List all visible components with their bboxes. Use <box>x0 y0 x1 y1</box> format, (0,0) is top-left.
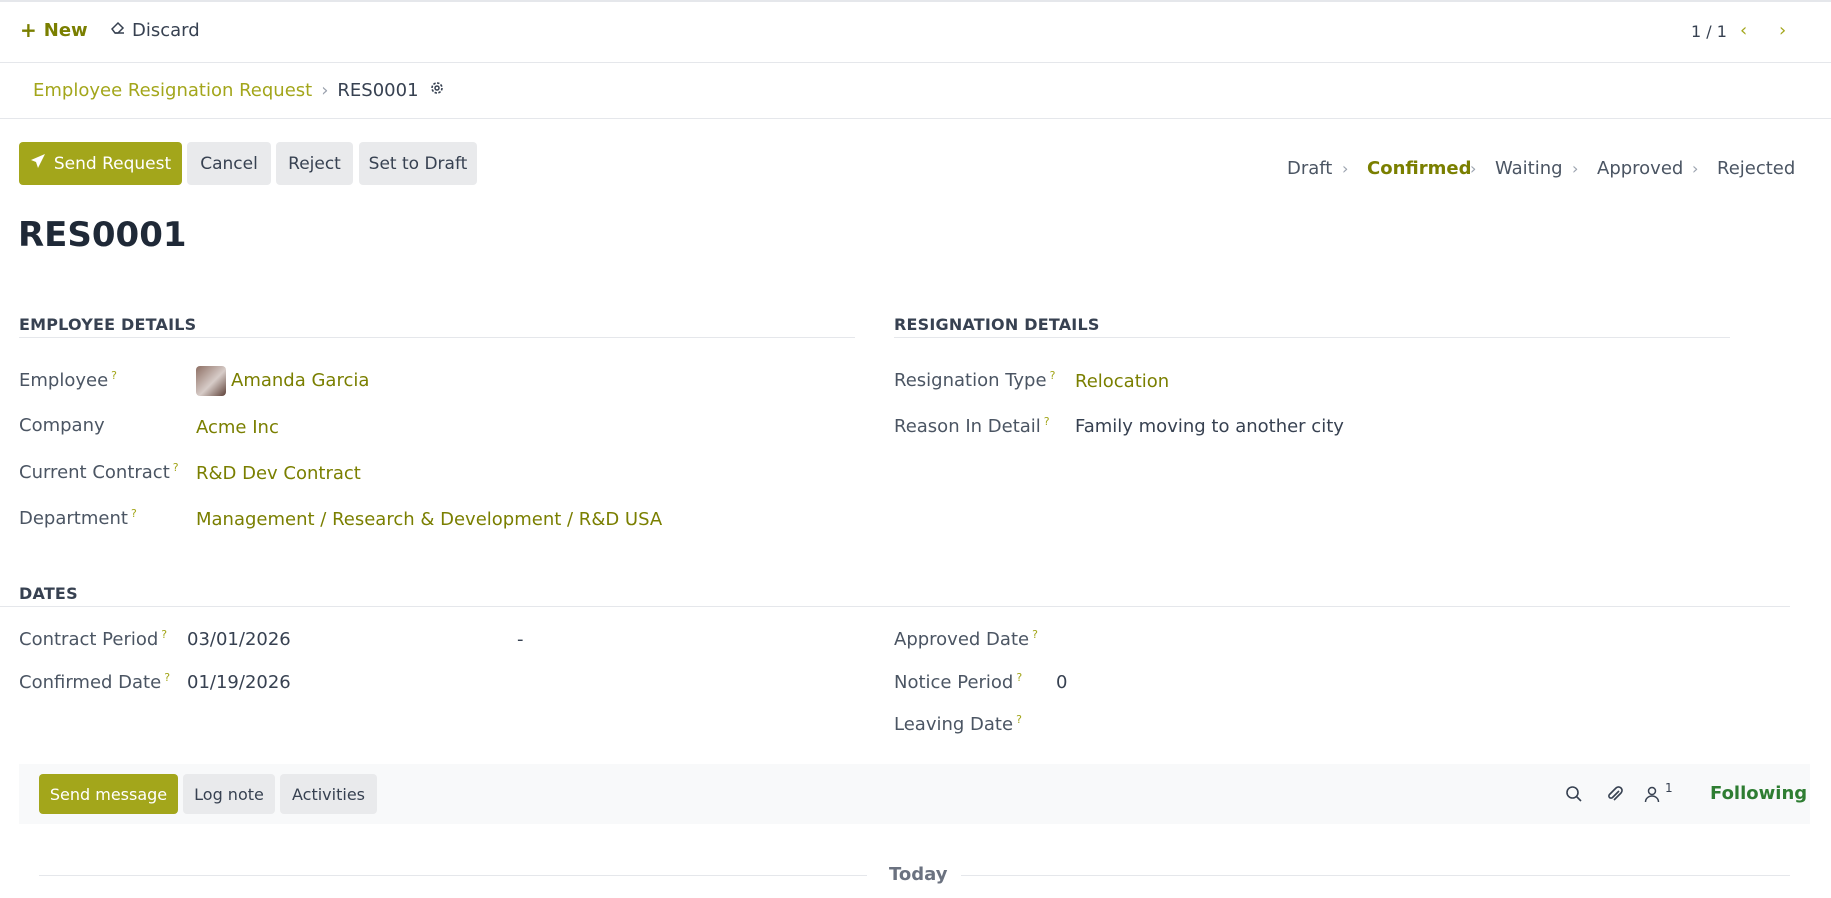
send-request-label: Send Request <box>53 153 172 174</box>
department-value[interactable]: Management / Research & Development / R&… <box>196 509 662 530</box>
reason-value[interactable]: Family moving to another city <box>1075 416 1344 437</box>
resignation-details-heading: RESIGNATION DETAILS <box>894 315 1100 334</box>
employee-details-divider <box>19 337 855 338</box>
today-divider-left <box>39 875 867 876</box>
send-message-button[interactable]: Send message <box>39 774 178 814</box>
employee-details-heading: EMPLOYEE DETAILS <box>19 315 197 334</box>
confirmed-date-label: Confirmed Date? <box>19 671 171 693</box>
company-value[interactable]: Acme Inc <box>196 417 279 438</box>
resignation-type-value[interactable]: Relocation <box>1075 371 1169 392</box>
breadcrumb-current: RES0001 <box>337 79 419 101</box>
discard-label: Discard <box>132 19 200 41</box>
today-label: Today <box>889 864 948 885</box>
stage-waiting[interactable]: Waiting <box>1495 158 1563 179</box>
current-contract-value[interactable]: R&D Dev Contract <box>196 463 361 484</box>
stage-chevron-icon: › <box>1692 159 1699 178</box>
contract-period-start[interactable]: 03/01/2026 <box>187 629 291 650</box>
followers-count: 1 <box>1665 781 1673 795</box>
new-label: New <box>43 19 88 41</box>
stage-draft[interactable]: Draft <box>1287 158 1332 179</box>
top-border <box>0 0 1831 2</box>
set-to-draft-button[interactable]: Set to Draft <box>359 142 477 185</box>
approved-date-label: Approved Date? <box>894 628 1038 650</box>
current-contract-label: Current Contract? <box>19 461 179 483</box>
pager-next-icon[interactable]: › <box>1779 20 1786 41</box>
breadcrumb: Employee Resignation Request › RES0001 <box>33 78 445 102</box>
employee-avatar <box>196 366 226 396</box>
pager-prev-icon[interactable]: ‹ <box>1740 20 1747 41</box>
log-note-button[interactable]: Log note <box>183 774 275 814</box>
following-button[interactable]: Following <box>1710 783 1807 804</box>
breadcrumb-parent[interactable]: Employee Resignation Request <box>33 80 312 101</box>
contract-period-separator: - <box>517 629 524 650</box>
dates-heading: DATES <box>19 584 78 603</box>
send-request-button[interactable]: Send Request <box>19 142 182 185</box>
record-title: RES0001 <box>18 215 187 255</box>
employee-label: Employee? <box>19 369 117 391</box>
notice-period-value[interactable]: 0 <box>1056 672 1067 693</box>
paper-plane-icon <box>30 153 46 174</box>
contract-period-label: Contract Period? <box>19 628 168 650</box>
breadcrumb-divider <box>0 118 1831 119</box>
resignation-details-divider <box>894 337 1730 338</box>
leaving-date-label: Leaving Date? <box>894 713 1022 735</box>
stage-confirmed[interactable]: Confirmed <box>1367 158 1471 179</box>
followers-icon[interactable] <box>1643 785 1661 807</box>
employee-value[interactable]: Amanda Garcia <box>231 370 369 391</box>
stage-approved[interactable]: Approved <box>1597 158 1683 179</box>
breadcrumb-separator-icon: › <box>321 79 329 101</box>
eraser-icon <box>110 20 126 41</box>
today-divider-right <box>961 875 1790 876</box>
toolbar-divider <box>0 62 1831 63</box>
activities-button[interactable]: Activities <box>280 774 377 814</box>
reason-label: Reason In Detail? <box>894 415 1050 437</box>
discard-button[interactable]: Discard <box>110 18 200 42</box>
pager-value[interactable]: 1 / 1 <box>1691 22 1727 41</box>
dates-divider <box>0 606 1790 607</box>
reject-button[interactable]: Reject <box>276 142 353 185</box>
resignation-type-label: Resignation Type? <box>894 369 1056 391</box>
new-button[interactable]: + New <box>20 18 88 42</box>
paperclip-icon[interactable] <box>1605 784 1625 808</box>
confirmed-date-value[interactable]: 01/19/2026 <box>187 672 291 693</box>
stage-chevron-icon: › <box>1342 159 1349 178</box>
gear-icon[interactable] <box>429 80 445 101</box>
stage-chevron-icon: › <box>1572 159 1579 178</box>
cancel-button[interactable]: Cancel <box>187 142 271 185</box>
plus-icon: + <box>20 18 37 42</box>
stage-rejected[interactable]: Rejected <box>1717 158 1795 179</box>
department-label: Department? <box>19 507 137 529</box>
notice-period-label: Notice Period? <box>894 671 1023 693</box>
company-label: Company <box>19 415 105 436</box>
search-icon[interactable] <box>1565 785 1583 807</box>
stage-chevron-icon: › <box>1470 159 1477 178</box>
